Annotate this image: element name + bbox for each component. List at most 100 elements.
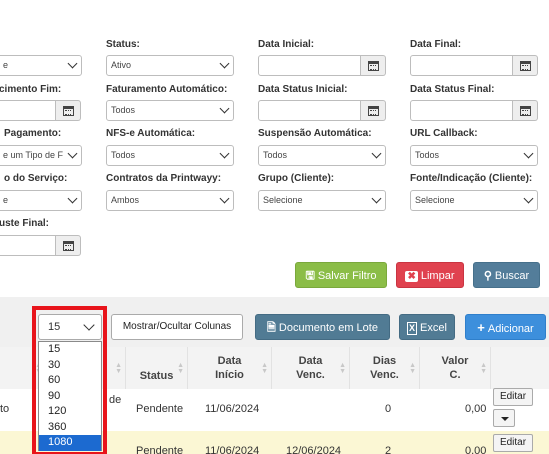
column-header-dias-venc[interactable]: Dias Venc. ▲ ▼	[350, 347, 420, 389]
chevron-down-icon	[67, 58, 78, 69]
suspensao-select-value: Todos	[263, 150, 288, 160]
chevron-down-icon	[371, 193, 382, 204]
grupo-label: Grupo (Cliente):	[258, 173, 335, 184]
salvar-filtro-label: Salvar Filtro	[317, 270, 377, 282]
tipo-pagamento-select[interactable]: e um Tipo de F	[0, 145, 82, 166]
reajuste-final-calendar-button[interactable]	[56, 235, 81, 256]
fonte-select[interactable]: Selecione	[410, 190, 538, 211]
tipo-servico-select-value: e	[3, 195, 9, 205]
row-status: Pendente	[136, 403, 184, 415]
vencimento-fim-input[interactable]	[0, 100, 56, 121]
buscar-label: Buscar	[494, 270, 530, 282]
tipo-servico-label: o do Serviço:	[4, 173, 68, 184]
column-header-data-inicio[interactable]: Data Início ▲ ▼	[188, 347, 272, 389]
url-callback-select[interactable]: Todos	[410, 145, 538, 166]
row-actions-dropdown-button[interactable]	[493, 409, 515, 427]
status-label: Status:	[106, 39, 140, 50]
faturamento-select-value: Todos	[111, 105, 136, 115]
calendar-icon	[520, 61, 531, 71]
sort-icon: ▲▼	[115, 362, 122, 375]
calendar-icon	[520, 106, 531, 116]
row-data-inicio: 11/06/2024	[205, 445, 260, 454]
excel-button[interactable]: X Excel	[399, 314, 455, 340]
column-header-valor[interactable]: Valor C. ▲ ▼	[420, 347, 491, 389]
sort-icon: ▲▼	[261, 362, 268, 375]
row-col2-text: de	[109, 394, 122, 406]
data-inicial-label: Data Inicial:	[258, 39, 315, 50]
data-final-calendar-button[interactable]	[513, 55, 538, 76]
suspensao-select[interactable]: Todos	[258, 145, 386, 166]
plus-icon: +	[477, 320, 485, 335]
column-header-actions	[491, 347, 549, 389]
chevron-down-icon	[523, 148, 534, 159]
reajuste-final-input[interactable]	[0, 235, 56, 256]
column-header-data-venc[interactable]: Data Venc. ▲ ▼	[272, 347, 350, 389]
tipo-pagamento-select-value: e um Tipo de F	[3, 150, 64, 160]
calendar-icon	[63, 241, 74, 251]
vencimento-fim-label: cimento Fim:	[0, 84, 62, 95]
fonte-label: Fonte/Indicação (Cliente):	[410, 173, 533, 184]
sort-icon: ▲▼	[177, 362, 184, 375]
data-status-inicial-calendar-button[interactable]	[361, 100, 386, 121]
close-icon: ✖	[405, 271, 418, 282]
data-final-input[interactable]	[410, 55, 513, 76]
row-data-inicio: 11/06/2024	[205, 403, 260, 415]
limpar-label: Limpar	[420, 270, 455, 282]
vencimento-fim-calendar-button[interactable]	[56, 100, 81, 121]
documento-lote-label: Documento em Lote	[278, 322, 378, 334]
salvar-filtro-button[interactable]: 🖫 Salvar Filtro	[295, 262, 387, 288]
grupo-select-value: Selecione	[263, 195, 303, 205]
column-header-status[interactable]: Status ▲ ▼	[126, 347, 188, 389]
chevron-down-icon	[219, 103, 230, 114]
reajuste-final-label: uste Final:	[0, 218, 50, 229]
data-status-inicial-input[interactable]	[258, 100, 361, 121]
grupo-select[interactable]: Selecione	[258, 190, 386, 211]
filter-panel: e Status: Ativo Data Inicial: Data Final…	[0, 0, 549, 297]
row-col1-text: to	[0, 403, 10, 415]
row-status: Pendente	[136, 445, 184, 454]
chevron-down-icon	[67, 148, 78, 159]
row-valor: 0,00	[465, 403, 487, 415]
adicionar-button[interactable]: + Adicionar	[465, 314, 546, 340]
sort-icon: ▲▼	[480, 362, 487, 375]
faturamento-select[interactable]: Todos	[106, 100, 234, 121]
documento-lote-button[interactable]: 🗎 Documento em Lote	[255, 314, 390, 340]
header-status-label: Status	[139, 370, 174, 382]
row-data-venc: 12/06/2024	[286, 445, 342, 454]
calendar-icon	[63, 106, 74, 116]
header-valor-label: Valor C.	[441, 355, 469, 381]
status-select[interactable]: Ativo	[106, 55, 234, 76]
chevron-down-icon	[219, 58, 230, 69]
contratos-label: Contratos da Printwayy:	[106, 173, 222, 184]
url-callback-label: URL Callback:	[410, 128, 478, 139]
editar-button[interactable]: Editar	[493, 388, 533, 406]
data-final-label: Data Final:	[410, 39, 462, 50]
document-icon: 🗎	[267, 322, 276, 334]
sort-icon: ▲▼	[409, 362, 416, 375]
nfse-label: NFS-e Automática:	[106, 128, 196, 139]
calendar-icon	[368, 106, 379, 116]
contratos-select-value: Ambos	[111, 195, 140, 205]
excel-icon: X	[407, 322, 418, 335]
col1-select-row1[interactable]: e	[0, 55, 82, 76]
row-valor: 0,00	[465, 445, 487, 454]
row-dias-venc: 0	[385, 403, 392, 415]
nfse-select[interactable]: Todos	[106, 145, 234, 166]
chevron-down-icon	[523, 193, 534, 204]
tipo-servico-select[interactable]: e	[0, 190, 82, 211]
nfse-select-value: Todos	[111, 150, 136, 160]
data-status-final-calendar-button[interactable]	[513, 100, 538, 121]
data-inicial-calendar-button[interactable]	[361, 55, 386, 76]
editar-button[interactable]: Editar	[493, 434, 533, 452]
data-inicial-input[interactable]	[258, 55, 361, 76]
limpar-button[interactable]: ✖ Limpar	[396, 262, 464, 288]
fonte-select-value: Selecione	[415, 195, 455, 205]
toggle-columns-button[interactable]: Mostrar/Ocultar Colunas	[111, 314, 243, 340]
contratos-select[interactable]: Ambos	[106, 190, 234, 211]
row-dias-venc: 2	[385, 445, 392, 454]
suspensao-label: Suspensão Automática:	[258, 128, 372, 139]
chevron-down-icon	[371, 148, 382, 159]
buscar-button[interactable]: ⚲ Buscar	[473, 262, 540, 288]
editar-label: Editar	[499, 391, 527, 402]
data-status-final-input[interactable]	[410, 100, 513, 121]
